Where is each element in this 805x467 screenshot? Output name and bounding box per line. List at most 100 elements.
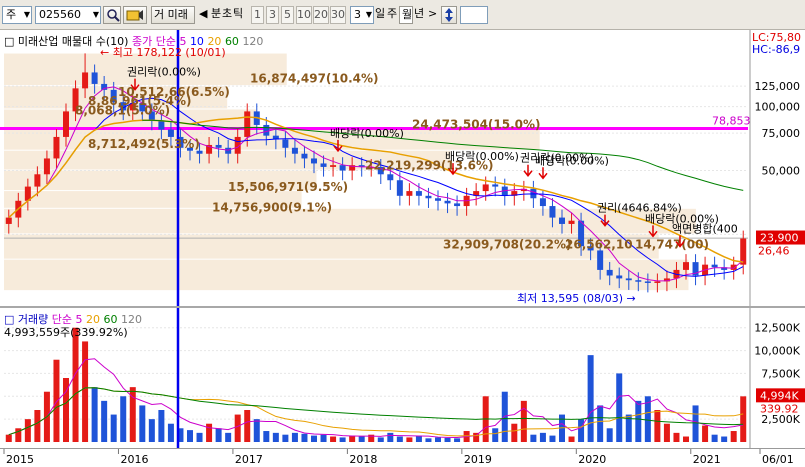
volume-bar [549, 435, 556, 442]
period-10[interactable]: 10 [296, 6, 312, 24]
date-tick-label: 06/01 [762, 453, 794, 466]
volume-bar [244, 410, 251, 442]
volume-bar [148, 419, 155, 442]
volume-bar [206, 423, 213, 442]
volume-tick-label: 7,500K [761, 367, 800, 380]
volume-bar [272, 432, 279, 442]
volume-profile-label: 16,874,497(10.4%) [250, 72, 379, 86]
up-down-arrows-icon[interactable] [441, 6, 457, 24]
event-marker-label: 액면병합(400 [672, 223, 738, 236]
market-select[interactable]: 주 ▼ [2, 6, 32, 24]
volume-bar [311, 435, 317, 442]
next-button[interactable]: > [428, 6, 437, 24]
candle-body [730, 264, 737, 270]
chevron-down-icon: ▼ [365, 10, 372, 19]
candle-body [43, 158, 50, 175]
period-3[interactable]: 3 [266, 6, 279, 24]
candle-body [415, 191, 422, 196]
stock-name-button[interactable]: 거 미래 [151, 6, 195, 24]
price-chart[interactable]: 125,000100,00075,00050,00025,00078,853← … [0, 30, 805, 307]
candle-body [559, 217, 565, 224]
period-20[interactable]: 20 [313, 6, 329, 24]
candle-body [683, 262, 689, 270]
volume-bar [291, 432, 298, 442]
date-tick-label: 2017 [235, 453, 263, 466]
volume-bar [654, 410, 661, 442]
period-1[interactable]: 1 [251, 6, 264, 24]
period-30[interactable]: 30 [330, 6, 346, 24]
volume-bar [82, 341, 89, 442]
count-select[interactable]: 3 ▼ [350, 6, 374, 24]
chevron-down-icon: ▼ [92, 10, 99, 19]
volume-bar [167, 423, 174, 442]
volume-bar [454, 438, 461, 442]
candle-body [568, 220, 575, 224]
tab-minute[interactable]: 분 [211, 6, 221, 24]
volume-bar [730, 431, 737, 442]
candle-body [444, 200, 451, 204]
volume-bar [253, 419, 260, 442]
candle-body [396, 180, 403, 196]
event-marker-label: 배당락(0.00%) [445, 150, 519, 163]
volume-bar [606, 428, 613, 442]
volume-tick-label: 10,000K [754, 345, 800, 358]
volume-bar [444, 437, 451, 442]
ma60-legend: 60 [224, 35, 239, 48]
stock-name: 미래 [167, 8, 188, 21]
volume-bar [339, 437, 346, 442]
volume-bar [597, 405, 604, 442]
candle-body [425, 195, 432, 199]
volume-bar [568, 436, 575, 442]
volume-chart-panel[interactable]: 12,500K10,000K7,500K5,000K2,500K4,994K33… [0, 308, 805, 448]
volume-bar [520, 400, 527, 442]
volume-bar [263, 431, 270, 442]
tab-second[interactable]: 초 [222, 6, 232, 24]
volume-bar [578, 419, 585, 442]
volume-bar [34, 410, 41, 442]
price-chart-panel[interactable]: 125,000100,00075,00050,00025,00078,853← … [0, 30, 805, 307]
prev-button[interactable]: ◀ [199, 6, 207, 24]
current-volume-pct: 339.92 [760, 402, 799, 415]
volume-bar [387, 432, 394, 442]
volume-bar [215, 428, 222, 442]
refresh-icon[interactable] [123, 6, 147, 24]
volume-info: 4,993,559주(339.92%) [4, 326, 128, 339]
volume-bar [683, 436, 689, 442]
candle-body [291, 147, 298, 154]
period-5[interactable]: 5 [281, 6, 294, 24]
volume-bar [349, 435, 356, 442]
candle-body [597, 250, 604, 270]
candle-body [492, 184, 499, 187]
extra-input[interactable] [460, 6, 488, 24]
candle-body [616, 275, 623, 279]
min-price-label: 최저 13,595 (08/03) → [517, 292, 636, 305]
magnifier-icon[interactable] [103, 6, 121, 24]
volume-tick-label: 12,500K [754, 322, 800, 335]
volume-bar [587, 355, 594, 442]
volume-bar [234, 414, 241, 442]
vol-ma60-line [8, 387, 744, 436]
volume-bar [511, 423, 518, 442]
volume-bar [282, 434, 289, 442]
candle-body [34, 174, 41, 187]
code-input[interactable]: 025560 ▼ [35, 6, 101, 24]
candle-body [301, 153, 308, 159]
tab-tick[interactable]: 틱 [233, 6, 243, 24]
event-arrow-icon [538, 167, 548, 180]
candle-body [330, 165, 337, 167]
volume-bar [53, 359, 60, 442]
candle-body [158, 120, 165, 130]
candle-body [454, 203, 461, 207]
volume-bar [196, 432, 203, 442]
volume-profile-label: 26,562,10 [565, 237, 633, 251]
interval-month[interactable]: 월 [399, 6, 413, 24]
volume-bar [301, 433, 308, 442]
volume-bar [501, 391, 508, 442]
candle-body [406, 191, 413, 196]
interval-day[interactable]: 일 [375, 6, 385, 24]
interval-year[interactable]: 년 [414, 6, 424, 24]
volume-bar [320, 434, 327, 442]
volume-profile-label: 32,909,708(20.2%) [443, 237, 572, 251]
interval-week[interactable]: 주 [387, 6, 397, 24]
candle-body [339, 165, 346, 171]
